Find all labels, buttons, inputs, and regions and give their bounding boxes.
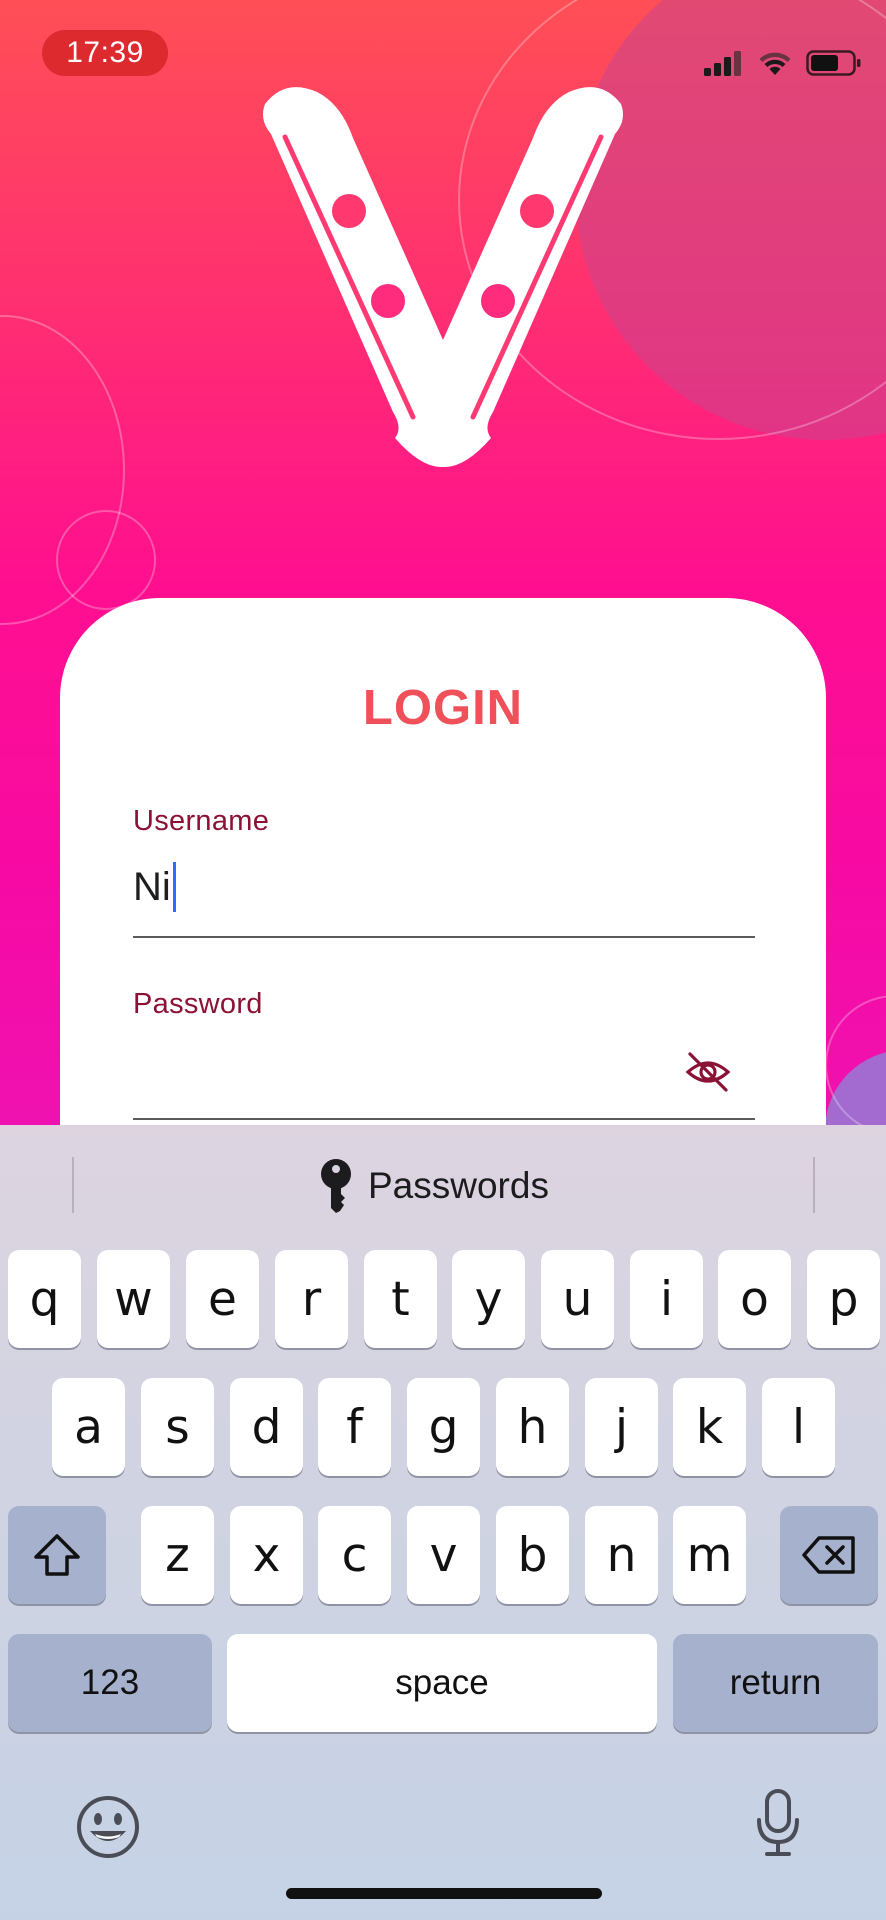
- emoji-icon[interactable]: [76, 1795, 140, 1859]
- key-m[interactable]: m: [673, 1506, 746, 1604]
- key-b[interactable]: b: [496, 1506, 569, 1604]
- suggestion-divider: [813, 1157, 815, 1213]
- backspace-icon: [802, 1536, 855, 1574]
- key-t[interactable]: t: [364, 1250, 437, 1348]
- key-a[interactable]: a: [52, 1378, 125, 1476]
- username-label: Username: [133, 805, 270, 837]
- key-j[interactable]: j: [585, 1378, 658, 1476]
- key-o[interactable]: o: [718, 1250, 791, 1348]
- battery-icon: [806, 50, 861, 76]
- key-v[interactable]: v: [407, 1506, 480, 1604]
- status-icons: [704, 46, 862, 80]
- return-key[interactable]: return: [673, 1634, 878, 1732]
- key-d[interactable]: d: [230, 1378, 303, 1476]
- key-e[interactable]: e: [186, 1250, 259, 1348]
- key-z[interactable]: z: [141, 1506, 214, 1604]
- signal-icon: [704, 51, 741, 76]
- wifi-icon: [759, 52, 791, 75]
- key-r[interactable]: r: [275, 1250, 348, 1348]
- key-p[interactable]: p: [807, 1250, 880, 1348]
- app-logo: [263, 87, 623, 467]
- eye-off-icon[interactable]: [684, 1048, 732, 1096]
- key-l[interactable]: l: [762, 1378, 835, 1476]
- key-f[interactable]: f: [318, 1378, 391, 1476]
- password-underline: [133, 1118, 755, 1120]
- space-key[interactable]: space: [227, 1634, 657, 1732]
- key-i[interactable]: i: [630, 1250, 703, 1348]
- passwords-suggestion[interactable]: Passwords: [318, 1158, 549, 1214]
- shift-key[interactable]: [8, 1506, 106, 1604]
- login-title: LOGIN: [362, 681, 524, 735]
- key-h[interactable]: h: [496, 1378, 569, 1476]
- key-k[interactable]: k: [673, 1378, 746, 1476]
- key-y[interactable]: y: [452, 1250, 525, 1348]
- key-u[interactable]: u: [541, 1250, 614, 1348]
- username-value: Ni: [133, 864, 171, 909]
- numbers-key[interactable]: 123: [8, 1634, 212, 1732]
- microphone-icon[interactable]: [755, 1788, 801, 1858]
- key-s[interactable]: s: [141, 1378, 214, 1476]
- key-g[interactable]: g: [407, 1378, 480, 1476]
- username-input[interactable]: Ni: [133, 862, 176, 912]
- password-label: Password: [133, 988, 263, 1020]
- home-indicator[interactable]: [286, 1888, 602, 1899]
- key-n[interactable]: n: [585, 1506, 658, 1604]
- status-time: 17:39: [42, 30, 168, 76]
- background-ring: [56, 510, 156, 610]
- password-input[interactable]: [133, 1040, 673, 1110]
- key-q[interactable]: q: [8, 1250, 81, 1348]
- suggestion-divider: [72, 1157, 74, 1213]
- key-c[interactable]: c: [318, 1506, 391, 1604]
- text-caret: [172, 862, 176, 912]
- shift-icon: [34, 1534, 80, 1576]
- key-w[interactable]: w: [97, 1250, 170, 1348]
- key-x[interactable]: x: [230, 1506, 303, 1604]
- passwords-label: Passwords: [368, 1165, 549, 1206]
- delete-key[interactable]: [780, 1506, 878, 1604]
- username-underline: [133, 936, 755, 938]
- key-icon: [321, 1159, 351, 1213]
